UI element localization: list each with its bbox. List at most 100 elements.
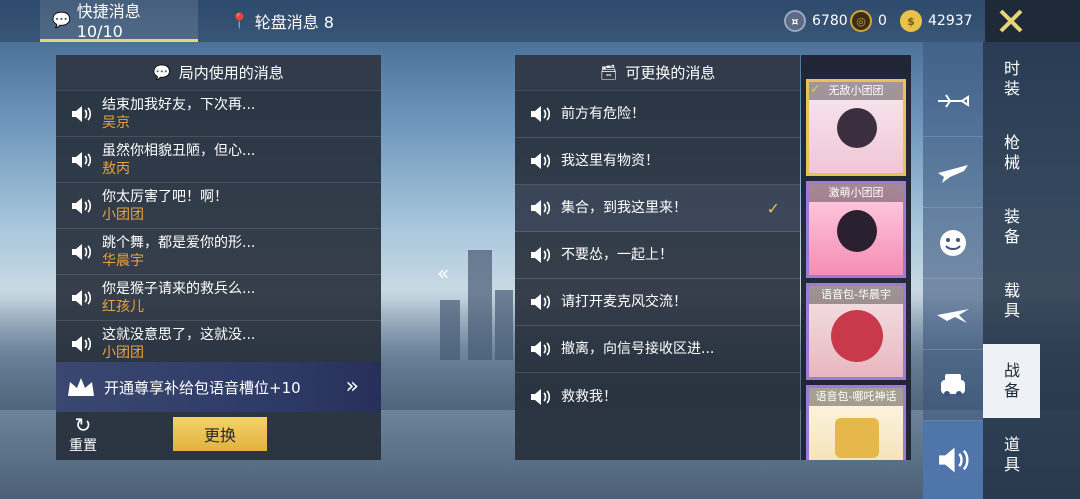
speaker-icon [72,151,92,168]
speaker-icon [72,105,92,122]
in-game-messages-panel: 💬 局内使用的消息 结束加我好友，下次再... 吴京 虽然你相貌丑陋，但心... 敖… [56,55,381,460]
category-icon-cell[interactable] [923,279,983,350]
message-text: 请打开麦克风交流！ [561,294,687,310]
premium-promo-banner[interactable]: 开通尊享补给包语音槽位+10 » [56,362,381,412]
message-text: 这就没意思了，这就没... [102,326,256,343]
speaker-icon [72,197,92,214]
refresh-icon: ↻ [74,413,92,437]
parachute-plane-icon [938,94,969,108]
speaker-icon [531,247,551,263]
character-portrait [831,310,883,362]
tab-wheel-messages[interactable]: 📍 轮盘消息 8 [218,0,348,42]
message-voice: 吴京 [102,114,130,131]
side-category-nav: 时装 枪械 装备 载具 战备 道具 [983,42,1080,499]
category-icon-cell[interactable] [923,421,983,499]
category-icon-cell[interactable] [923,208,983,279]
list-item[interactable]: 救救我！ [515,373,800,420]
voice-pack-card[interactable]: 语音包-哪吒神话 [806,385,906,460]
top-bar: 💬 快捷消息 10/10 📍 轮盘消息 8 ¤ 6780 ◎ 0 $ 42937 [0,0,985,42]
bronze-coin-icon: ◎ [850,10,872,32]
message-voice: 敖丙 [102,160,130,177]
double-chevron-right-icon: » [345,374,359,399]
background-tower [468,250,492,360]
side-nav-item-items[interactable]: 道具 [983,418,1080,492]
list-item[interactable]: 虽然你相貌丑陋，但心... 敖丙 [56,137,381,183]
voice-pack-card[interactable]: 激萌小团团 [806,181,906,278]
list-item[interactable]: 结束加我好友，下次再... 吴京 [56,91,381,137]
voice-pack-label: 无敌小团团 [809,82,903,100]
panel-title: 可更换的消息 [625,64,716,82]
list-item[interactable]: 请打开麦克风交流！ [515,279,800,326]
emote-face-icon [940,230,966,256]
speaker-icon [72,335,92,352]
tab-label: 快捷消息 10/10 [76,2,141,41]
message-box-icon: 🗃 [599,64,618,81]
side-nav-item-fashion[interactable]: 时装 [983,42,1080,116]
category-icon-cell[interactable] [923,66,983,137]
list-item[interactable]: 你是猴子请来的救兵么... 红孩儿 [56,275,381,321]
speaker-icon [72,289,92,306]
chat-bubble-icon: 💬 [153,64,171,81]
voice-pack-card[interactable]: 语音包-华晨宇 [806,283,906,380]
background-tower [440,300,460,360]
speaker-icon [531,106,551,122]
voice-pack-list: 无敌小团团 ✓ 激萌小团团 语音包-华晨宇 语音包-哪吒神话 [801,55,911,460]
message-voice: 小团团 [102,344,144,361]
speaker-icon [531,294,551,310]
side-nav-label: 道具 [1003,435,1020,474]
character-portrait [837,210,877,252]
currency-value: 6780 [812,13,848,29]
message-voice: 华晨宇 [102,252,144,269]
panel-title: 局内使用的消息 [178,64,284,82]
side-nav-item-vehicles[interactable]: 载具 [983,264,1080,338]
message-text: 我这里有物资！ [561,153,659,169]
voice-pack-card[interactable]: 无敌小团团 ✓ [806,79,906,176]
list-item[interactable]: 你太厉害了吧！啊！ 小团团 [56,183,381,229]
speaker-icon [531,153,551,169]
currency-ticket: ¤ 6780 [784,8,848,34]
reset-button[interactable]: ↻ 重置 [66,415,100,455]
ticket-coin-icon: ¤ [784,10,806,32]
speaker-icon [939,447,969,473]
side-nav-label: 装备 [1003,207,1020,246]
side-nav-label: 载具 [1003,281,1020,320]
side-nav-item-equipment[interactable]: 装备 [983,190,1080,264]
voice-pack-label: 语音包-华晨宇 [809,286,903,304]
list-item[interactable]: 不要怂，一起上！ [515,232,800,279]
speaker-icon [531,341,551,357]
side-nav-item-battle-prep[interactable]: 战备 [983,344,1040,418]
side-nav-label: 枪械 [1003,133,1020,172]
checkmark-icon: ✓ [766,199,780,218]
message-text: 虽然你相貌丑陋，但心... [102,142,256,159]
list-item[interactable]: 集合，到我这里来！ ✓ [515,185,800,232]
message-text: 撤离，向信号接收区进... [561,341,715,357]
voice-pack-label: 激萌小团团 [809,184,903,202]
reset-label: 重置 [69,438,97,454]
gold-coin-icon: $ [900,10,922,32]
voice-pack-label: 语音包-哪吒神话 [809,388,903,406]
list-item[interactable]: 这就没意思了，这就没... 小团团 [56,321,381,362]
list-item[interactable]: 我这里有物资！ [515,138,800,185]
message-text: 前方有危险！ [561,106,645,122]
character-portrait [837,108,877,148]
close-button[interactable] [985,0,1080,42]
character-portrait [835,418,879,458]
category-icon-cell[interactable] [923,350,983,421]
swap-button[interactable]: 更换 [173,417,267,451]
crown-icon [68,378,94,396]
category-icon-column [923,42,983,499]
list-item[interactable]: 前方有危险！ [515,91,800,138]
currency-bronze: ◎ 0 [850,8,887,34]
list-item[interactable]: 撤离，向信号接收区进... [515,326,800,373]
panel-header: 🗃 可更换的消息 [515,55,800,91]
message-text: 集合，到我这里来！ [561,200,687,216]
side-nav-item-guns[interactable]: 枪械 [983,116,1080,190]
list-item[interactable]: 跳个舞，都是爱你的形... 华晨宇 [56,229,381,275]
category-icon-cell[interactable] [923,137,983,208]
message-list: 结束加我好友，下次再... 吴京 虽然你相貌丑陋，但心... 敖丙 你太厉害了吧！啊… [56,91,381,362]
background-tower [495,290,513,360]
airplane-icon [938,165,968,183]
tab-quick-messages[interactable]: 💬 快捷消息 10/10 [40,0,198,42]
side-nav-label: 时装 [1003,59,1020,98]
location-pin-icon: 📍 [230,12,249,30]
